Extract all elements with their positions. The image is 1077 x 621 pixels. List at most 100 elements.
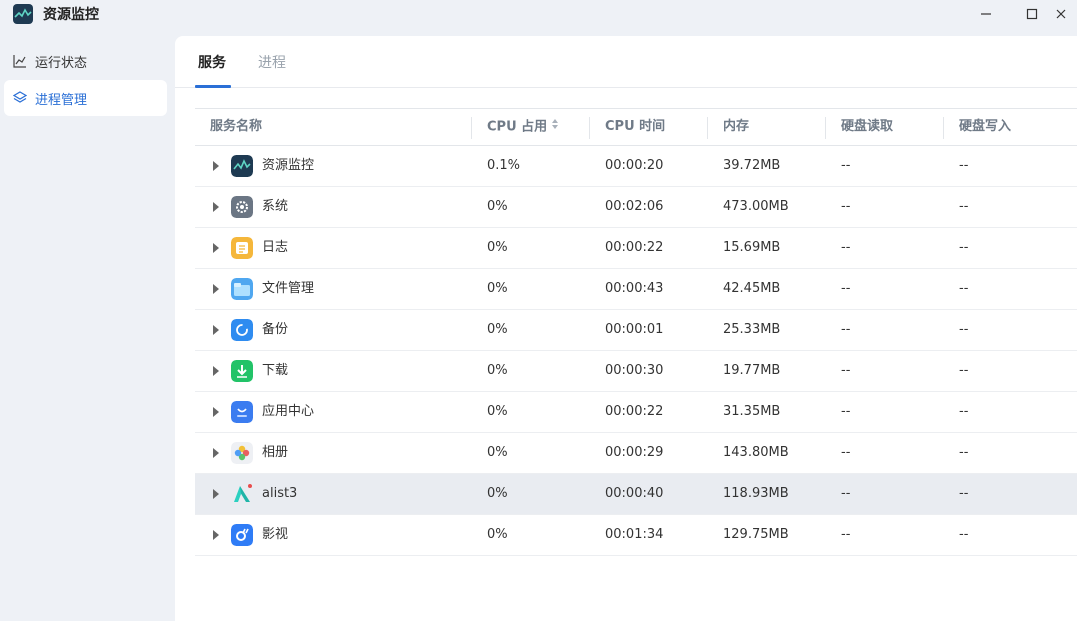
tab-processes[interactable]: 进程 <box>258 52 286 82</box>
expand-arrow-icon[interactable] <box>213 407 219 417</box>
service-name: 相册 <box>262 445 289 460</box>
cpu-time-cell: 00:02:06 <box>605 199 664 214</box>
log-icon <box>231 237 253 259</box>
service-name: 系统 <box>262 199 289 214</box>
expand-arrow-icon[interactable] <box>213 366 219 376</box>
memory-cell: 129.75MB <box>723 527 789 542</box>
alist-icon <box>231 483 253 505</box>
service-name: alist3 <box>262 486 298 501</box>
disk-read-cell: -- <box>841 281 851 296</box>
table-row[interactable]: 日志 0% 00:00:22 15.69MB -- -- <box>195 228 1077 269</box>
services-table: 服务名称 CPU 占用 CPU 时间 内存 硬盘读取 硬盘写入 资源监控 0.1%… <box>195 108 1077 556</box>
main-content: 服务 进程 服务名称 CPU 占用 CPU 时间 内存 硬盘读取 硬盘写入 资源… <box>175 36 1077 621</box>
layers-icon <box>13 91 27 105</box>
service-name: 下载 <box>262 363 289 378</box>
disk-write-cell: -- <box>959 158 969 173</box>
disk-write-cell: -- <box>959 240 969 255</box>
disk-write-cell: -- <box>959 445 969 460</box>
table-row[interactable]: 应用中心 0% 00:00:22 31.35MB -- -- <box>195 392 1077 433</box>
table-row[interactable]: 下载 0% 00:00:30 19.77MB -- -- <box>195 351 1077 392</box>
sidebar: 运行状态 进程管理 <box>0 36 175 621</box>
memory-cell: 39.72MB <box>723 158 781 173</box>
cpu-time-cell: 00:00:22 <box>605 404 664 419</box>
service-name: 资源监控 <box>262 158 315 173</box>
cpu-usage-cell: 0% <box>487 240 508 255</box>
cpu-usage-cell: 0% <box>487 486 508 501</box>
disk-write-cell: -- <box>959 199 969 214</box>
disk-write-cell: -- <box>959 363 969 378</box>
expand-arrow-icon[interactable] <box>213 202 219 212</box>
disk-read-cell: -- <box>841 363 851 378</box>
cpu-time-cell: 00:00:01 <box>605 322 664 337</box>
maximize-button[interactable] <box>1009 0 1055 28</box>
disk-read-cell: -- <box>841 404 851 419</box>
folder-icon <box>231 278 253 300</box>
memory-cell: 15.69MB <box>723 240 781 255</box>
memory-cell: 25.33MB <box>723 322 781 337</box>
memory-cell: 31.35MB <box>723 404 781 419</box>
photos-icon <box>231 442 253 464</box>
cpu-time-cell: 00:00:29 <box>605 445 664 460</box>
column-header-cpu[interactable]: CPU 占用 <box>487 109 559 145</box>
column-header-cpu-label: CPU 占用 <box>487 119 548 135</box>
resource-monitor-app-icon <box>13 4 33 24</box>
resource-monitor-icon <box>231 155 253 177</box>
memory-cell: 19.77MB <box>723 363 781 378</box>
expand-arrow-icon[interactable] <box>213 448 219 458</box>
expand-arrow-icon[interactable] <box>213 243 219 253</box>
cpu-usage-cell: 0.1% <box>487 158 521 173</box>
expand-arrow-icon[interactable] <box>213 530 219 540</box>
expand-arrow-icon[interactable] <box>213 284 219 294</box>
table-row[interactable]: 影视 0% 00:01:34 129.75MB -- -- <box>195 515 1077 556</box>
table-row[interactable]: alist3 0% 00:00:40 118.93MB -- -- <box>195 474 1077 515</box>
sidebar-item-label: 运行状态 <box>35 55 88 71</box>
tab-bar: 服务 进程 <box>175 36 1077 88</box>
video-icon <box>231 524 253 546</box>
column-header-memory[interactable]: 内存 <box>723 109 749 145</box>
table-row[interactable]: 相册 0% 00:00:29 143.80MB -- -- <box>195 433 1077 474</box>
sidebar-item-status[interactable]: 运行状态 <box>4 43 167 79</box>
column-header-disk-read[interactable]: 硬盘读取 <box>841 109 893 145</box>
column-header-name[interactable]: 服务名称 <box>210 109 262 145</box>
cpu-time-cell: 00:00:43 <box>605 281 664 296</box>
memory-cell: 118.93MB <box>723 486 789 501</box>
cpu-usage-cell: 0% <box>487 322 508 337</box>
download-icon <box>231 360 253 382</box>
cpu-time-cell: 00:00:22 <box>605 240 664 255</box>
sort-icon[interactable] <box>551 109 559 145</box>
title-bar: 资源监控 <box>0 0 1077 28</box>
column-header-disk-write[interactable]: 硬盘写入 <box>959 109 1011 145</box>
disk-write-cell: -- <box>959 404 969 419</box>
disk-read-cell: -- <box>841 445 851 460</box>
table-row[interactable]: 备份 0% 00:00:01 25.33MB -- -- <box>195 310 1077 351</box>
table-header: 服务名称 CPU 占用 CPU 时间 内存 硬盘读取 硬盘写入 <box>195 108 1077 146</box>
table-row[interactable]: 资源监控 0.1% 00:00:20 39.72MB -- -- <box>195 146 1077 187</box>
sidebar-item-label: 进程管理 <box>35 92 88 108</box>
app-store-icon <box>231 401 253 423</box>
memory-cell: 42.45MB <box>723 281 781 296</box>
cpu-usage-cell: 0% <box>487 363 508 378</box>
memory-cell: 473.00MB <box>723 199 789 214</box>
active-tab-indicator <box>195 85 231 88</box>
service-name: 文件管理 <box>262 281 315 296</box>
minimize-button[interactable] <box>963 0 1009 28</box>
table-row[interactable]: 系统 0% 00:02:06 473.00MB -- -- <box>195 187 1077 228</box>
disk-write-cell: -- <box>959 322 969 337</box>
service-name: 备份 <box>262 322 289 337</box>
sidebar-item-process[interactable]: 进程管理 <box>4 80 167 116</box>
service-name: 应用中心 <box>262 404 315 419</box>
disk-read-cell: -- <box>841 527 851 542</box>
backup-icon <box>231 319 253 341</box>
cpu-usage-cell: 0% <box>487 445 508 460</box>
column-header-cpu-time[interactable]: CPU 时间 <box>605 109 665 145</box>
service-name: 日志 <box>262 240 289 255</box>
close-button[interactable] <box>1055 0 1077 28</box>
expand-arrow-icon[interactable] <box>213 489 219 499</box>
table-row[interactable]: 文件管理 0% 00:00:43 42.45MB -- -- <box>195 269 1077 310</box>
expand-arrow-icon[interactable] <box>213 161 219 171</box>
system-gear-icon <box>231 196 253 218</box>
tab-services[interactable]: 服务 <box>198 52 226 82</box>
disk-read-cell: -- <box>841 158 851 173</box>
expand-arrow-icon[interactable] <box>213 325 219 335</box>
cpu-time-cell: 00:01:34 <box>605 527 664 542</box>
